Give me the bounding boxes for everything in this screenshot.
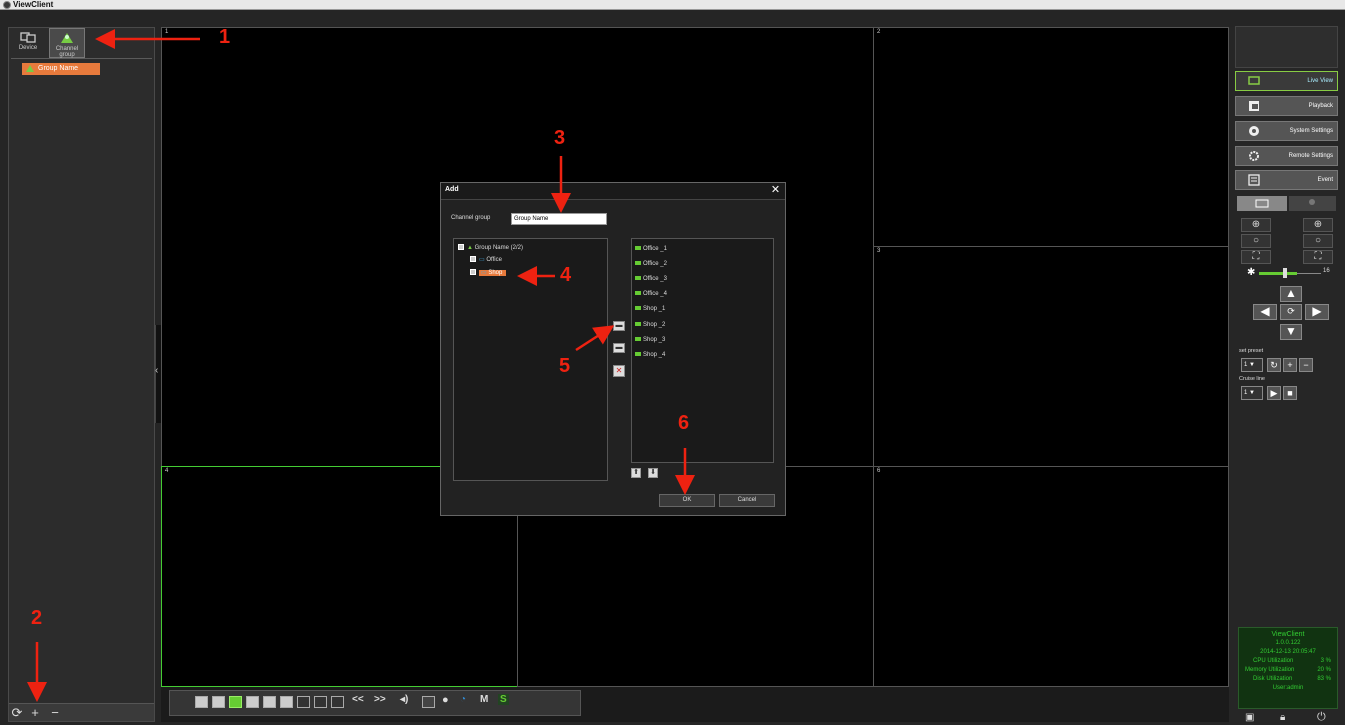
annotation-label-2: 2 [31,607,43,629]
annotation-label-3: 3 [554,127,566,149]
annotation-label-4: 4 [560,264,572,286]
annotation-label-6: 6 [678,412,690,434]
annotation-arrow-5 [575,325,615,352]
annotation-label-5: 5 [559,355,571,377]
annotation-arrows [27,29,695,702]
annotation-label-1: 1 [219,26,231,48]
